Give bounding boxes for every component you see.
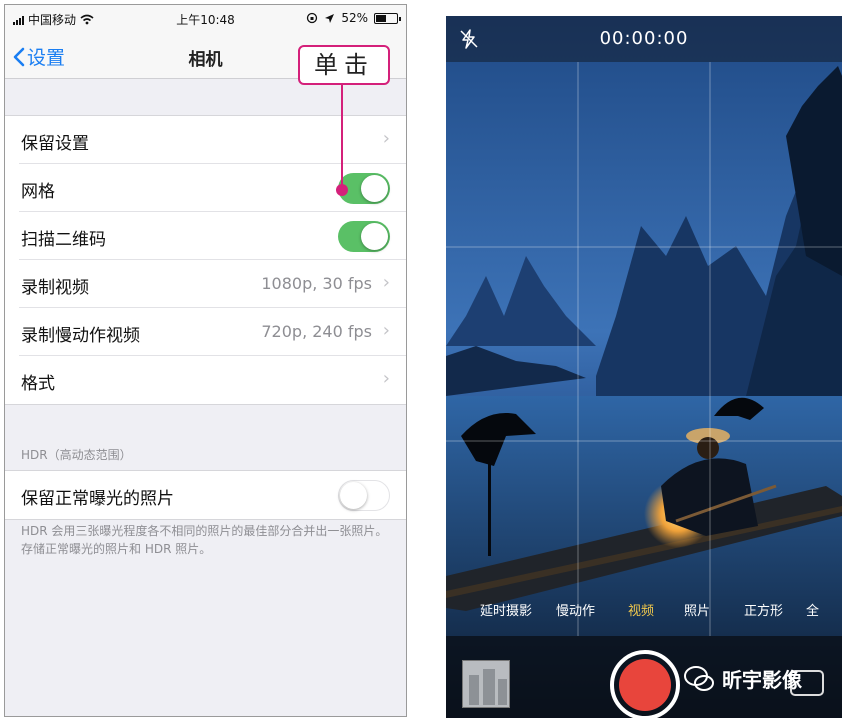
status-bar: 中国移动 上午10:48 52% [5, 5, 406, 33]
row-label: 录制慢动作视频 [21, 326, 140, 346]
camera-screen: 00:00:00 延时摄影 慢动作 视频 照片 正方形 全 昕宇影像 [446, 16, 842, 718]
chevron-right-icon: › [382, 320, 390, 341]
record-dot [619, 659, 671, 711]
watermark-text: 昕宇影像 [722, 668, 802, 692]
chevron-right-icon: › [382, 128, 390, 149]
hdr-group: 保留正常曝光的照片 [5, 470, 406, 520]
annotation-dot [336, 184, 348, 196]
row-label: 保留设置 [21, 134, 89, 154]
orientation-lock-icon [307, 12, 318, 24]
camera-top-bar: 00:00:00 [446, 16, 842, 62]
mode-photo[interactable]: 照片 [684, 600, 710, 619]
row-label: 网格 [21, 182, 55, 202]
keep-normal-photo-toggle[interactable] [338, 480, 390, 511]
watermark: 昕宇影像 [684, 664, 802, 693]
mode-square[interactable]: 正方形 [744, 600, 783, 619]
wechat-icon [684, 665, 714, 691]
hdr-footnote: HDR 会用三张曝光程度各不相同的照片的最佳部分合并出一张照片。存储正常曝光的照… [21, 524, 388, 556]
battery-percent: 52% [341, 11, 368, 25]
toggle-knob [340, 482, 367, 509]
hdr-section-header: HDR（高动态范围） [21, 448, 132, 462]
settings-row-grid: 网格 [19, 164, 406, 212]
mode-slomo[interactable]: 慢动作 [556, 600, 595, 619]
settings-row-slomo[interactable]: 录制慢动作视频 720p, 240 fps › [19, 308, 406, 356]
annotation-line [341, 85, 343, 188]
mode-video[interactable]: 视频 [628, 600, 654, 619]
row-label: 格式 [21, 374, 55, 394]
row-label: 录制视频 [21, 278, 89, 298]
mode-timelapse[interactable]: 延时摄影 [480, 600, 532, 619]
chevron-right-icon: › [382, 272, 390, 293]
mode-pano[interactable]: 全 [806, 600, 819, 619]
record-button[interactable] [610, 650, 680, 718]
row-label: 保留正常曝光的照片 [21, 489, 174, 509]
qr-scan-toggle[interactable] [338, 221, 390, 252]
settings-row-formats[interactable]: 格式 › [19, 356, 406, 404]
photo-thumbnail[interactable] [462, 660, 510, 708]
settings-screen: 中国移动 上午10:48 52% 设置 相机 保留设置 › 网格 扫描二维码 录… [4, 4, 407, 717]
toggle-knob [361, 223, 388, 250]
battery-icon [374, 12, 401, 24]
recording-timer: 00:00:00 [599, 28, 689, 49]
settings-row-qr: 扫描二维码 [19, 212, 406, 260]
settings-row-keep-normal-photo: 保留正常曝光的照片 [19, 471, 406, 519]
row-value: 1080p, 30 fps [261, 274, 372, 293]
location-icon [325, 13, 335, 23]
chevron-right-icon: › [382, 368, 390, 389]
toggle-knob [361, 175, 388, 202]
row-label: 扫描二维码 [21, 230, 106, 250]
click-annotation: 单击 [298, 45, 390, 85]
settings-row-record-video[interactable]: 录制视频 1080p, 30 fps › [19, 260, 406, 308]
row-value: 720p, 240 fps [261, 322, 372, 341]
camera-settings-group: 保留设置 › 网格 扫描二维码 录制视频 1080p, 30 fps › 录制慢… [5, 115, 406, 405]
settings-row-preserve[interactable]: 保留设置 › [19, 116, 406, 164]
camera-mode-selector: 延时摄影 慢动作 视频 照片 正方形 全 [446, 600, 842, 620]
